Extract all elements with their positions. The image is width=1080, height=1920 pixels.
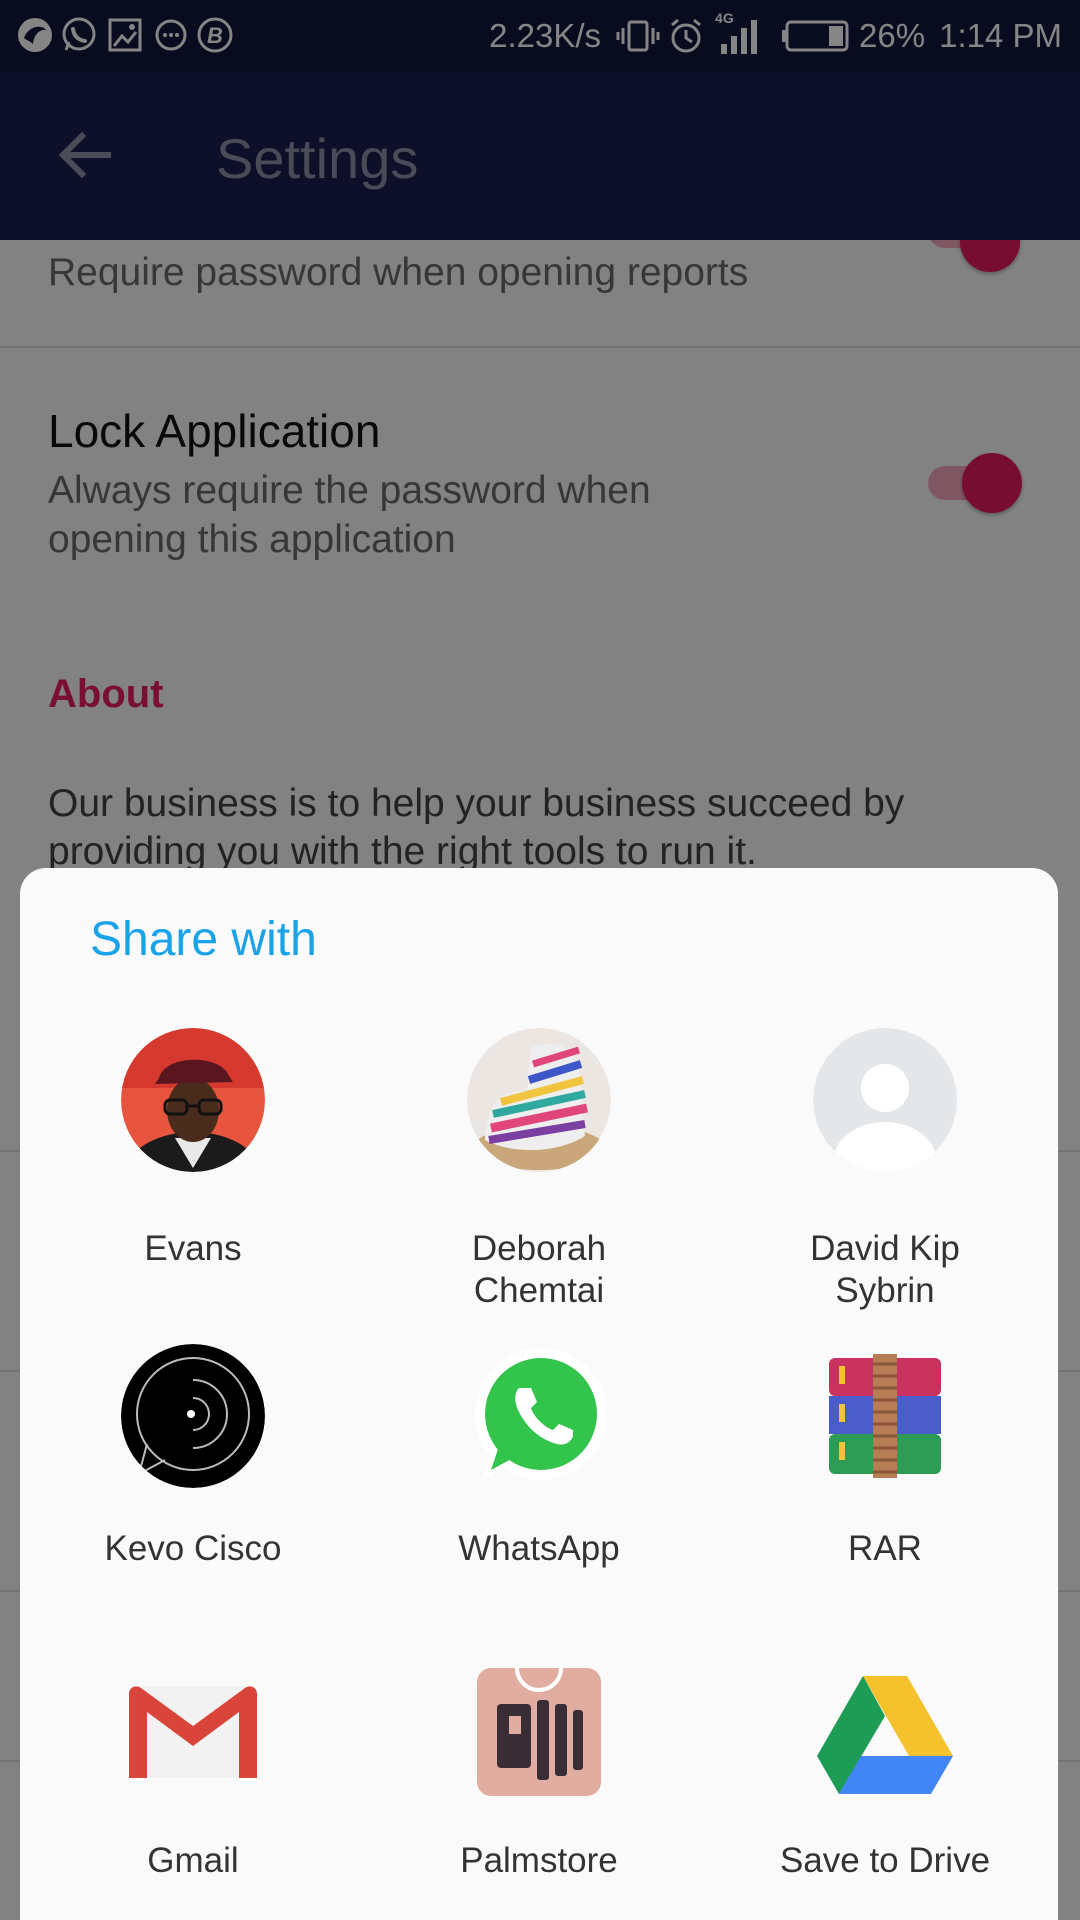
share-target-label: Deborah Chemtai xyxy=(366,1228,712,1312)
share-target-whatsapp[interactable]: WhatsApp xyxy=(366,1344,712,1604)
share-target-label-line-1: Kevo Cisco xyxy=(104,1529,282,1568)
contact-photo-evans xyxy=(121,1028,265,1172)
gmail-icon xyxy=(129,1686,257,1778)
rar-icon xyxy=(829,1354,941,1478)
share-target-label-line-2: Sybrin xyxy=(835,1271,935,1310)
share-target-label-line-1: David Kip xyxy=(810,1229,960,1268)
share-target-label: Save to Drive xyxy=(712,1840,1058,1882)
share-target-kevo[interactable]: Kevo Cisco xyxy=(20,1344,366,1604)
share-target-label-line-1: RAR xyxy=(848,1529,922,1568)
google-drive-icon xyxy=(817,1676,953,1794)
share-target-label-line-1: WhatsApp xyxy=(458,1529,620,1568)
share-target-label-line-1: Palmstore xyxy=(460,1841,618,1880)
contact-photo-deborah xyxy=(467,1028,611,1172)
share-target-label: RAR xyxy=(712,1528,1058,1570)
share-target-label-line-1: Evans xyxy=(144,1229,242,1268)
share-target-palmstore[interactable]: Palmstore xyxy=(366,1660,712,1920)
share-target-label-line-1: Save to Drive xyxy=(779,1841,991,1880)
share-sheet: Share with Evans Deborah Chemtai David K… xyxy=(20,868,1058,1920)
share-target-label-line-1: Gmail xyxy=(147,1841,239,1880)
share-target-label: WhatsApp xyxy=(366,1528,712,1570)
share-target-label: Kevo Cisco xyxy=(20,1528,366,1570)
share-target-label: David Kip Sybrin xyxy=(712,1228,1058,1312)
share-target-label: Gmail xyxy=(20,1840,366,1882)
share-target-label-line-2: Chemtai xyxy=(473,1271,605,1310)
share-target-label: Palmstore xyxy=(366,1840,712,1882)
share-target-label-line-1: Deborah xyxy=(471,1229,607,1268)
share-target-deborah[interactable]: Deborah Chemtai xyxy=(366,1028,712,1310)
share-target-gmail[interactable]: Gmail xyxy=(20,1660,366,1920)
default-contact-icon xyxy=(813,1028,957,1172)
share-target-evans[interactable]: Evans xyxy=(20,1028,366,1308)
palmstore-icon xyxy=(477,1667,601,1796)
share-target-david[interactable]: David Kip Sybrin xyxy=(712,1028,1058,1310)
share-target-label: Evans xyxy=(20,1228,366,1270)
contact-photo-kevo xyxy=(121,1344,265,1488)
share-sheet-title: Share with xyxy=(90,913,317,966)
share-target-drive[interactable]: Save to Drive xyxy=(712,1660,1058,1920)
whatsapp-icon xyxy=(475,1348,607,1480)
share-target-rar[interactable]: RAR xyxy=(712,1344,1058,1604)
